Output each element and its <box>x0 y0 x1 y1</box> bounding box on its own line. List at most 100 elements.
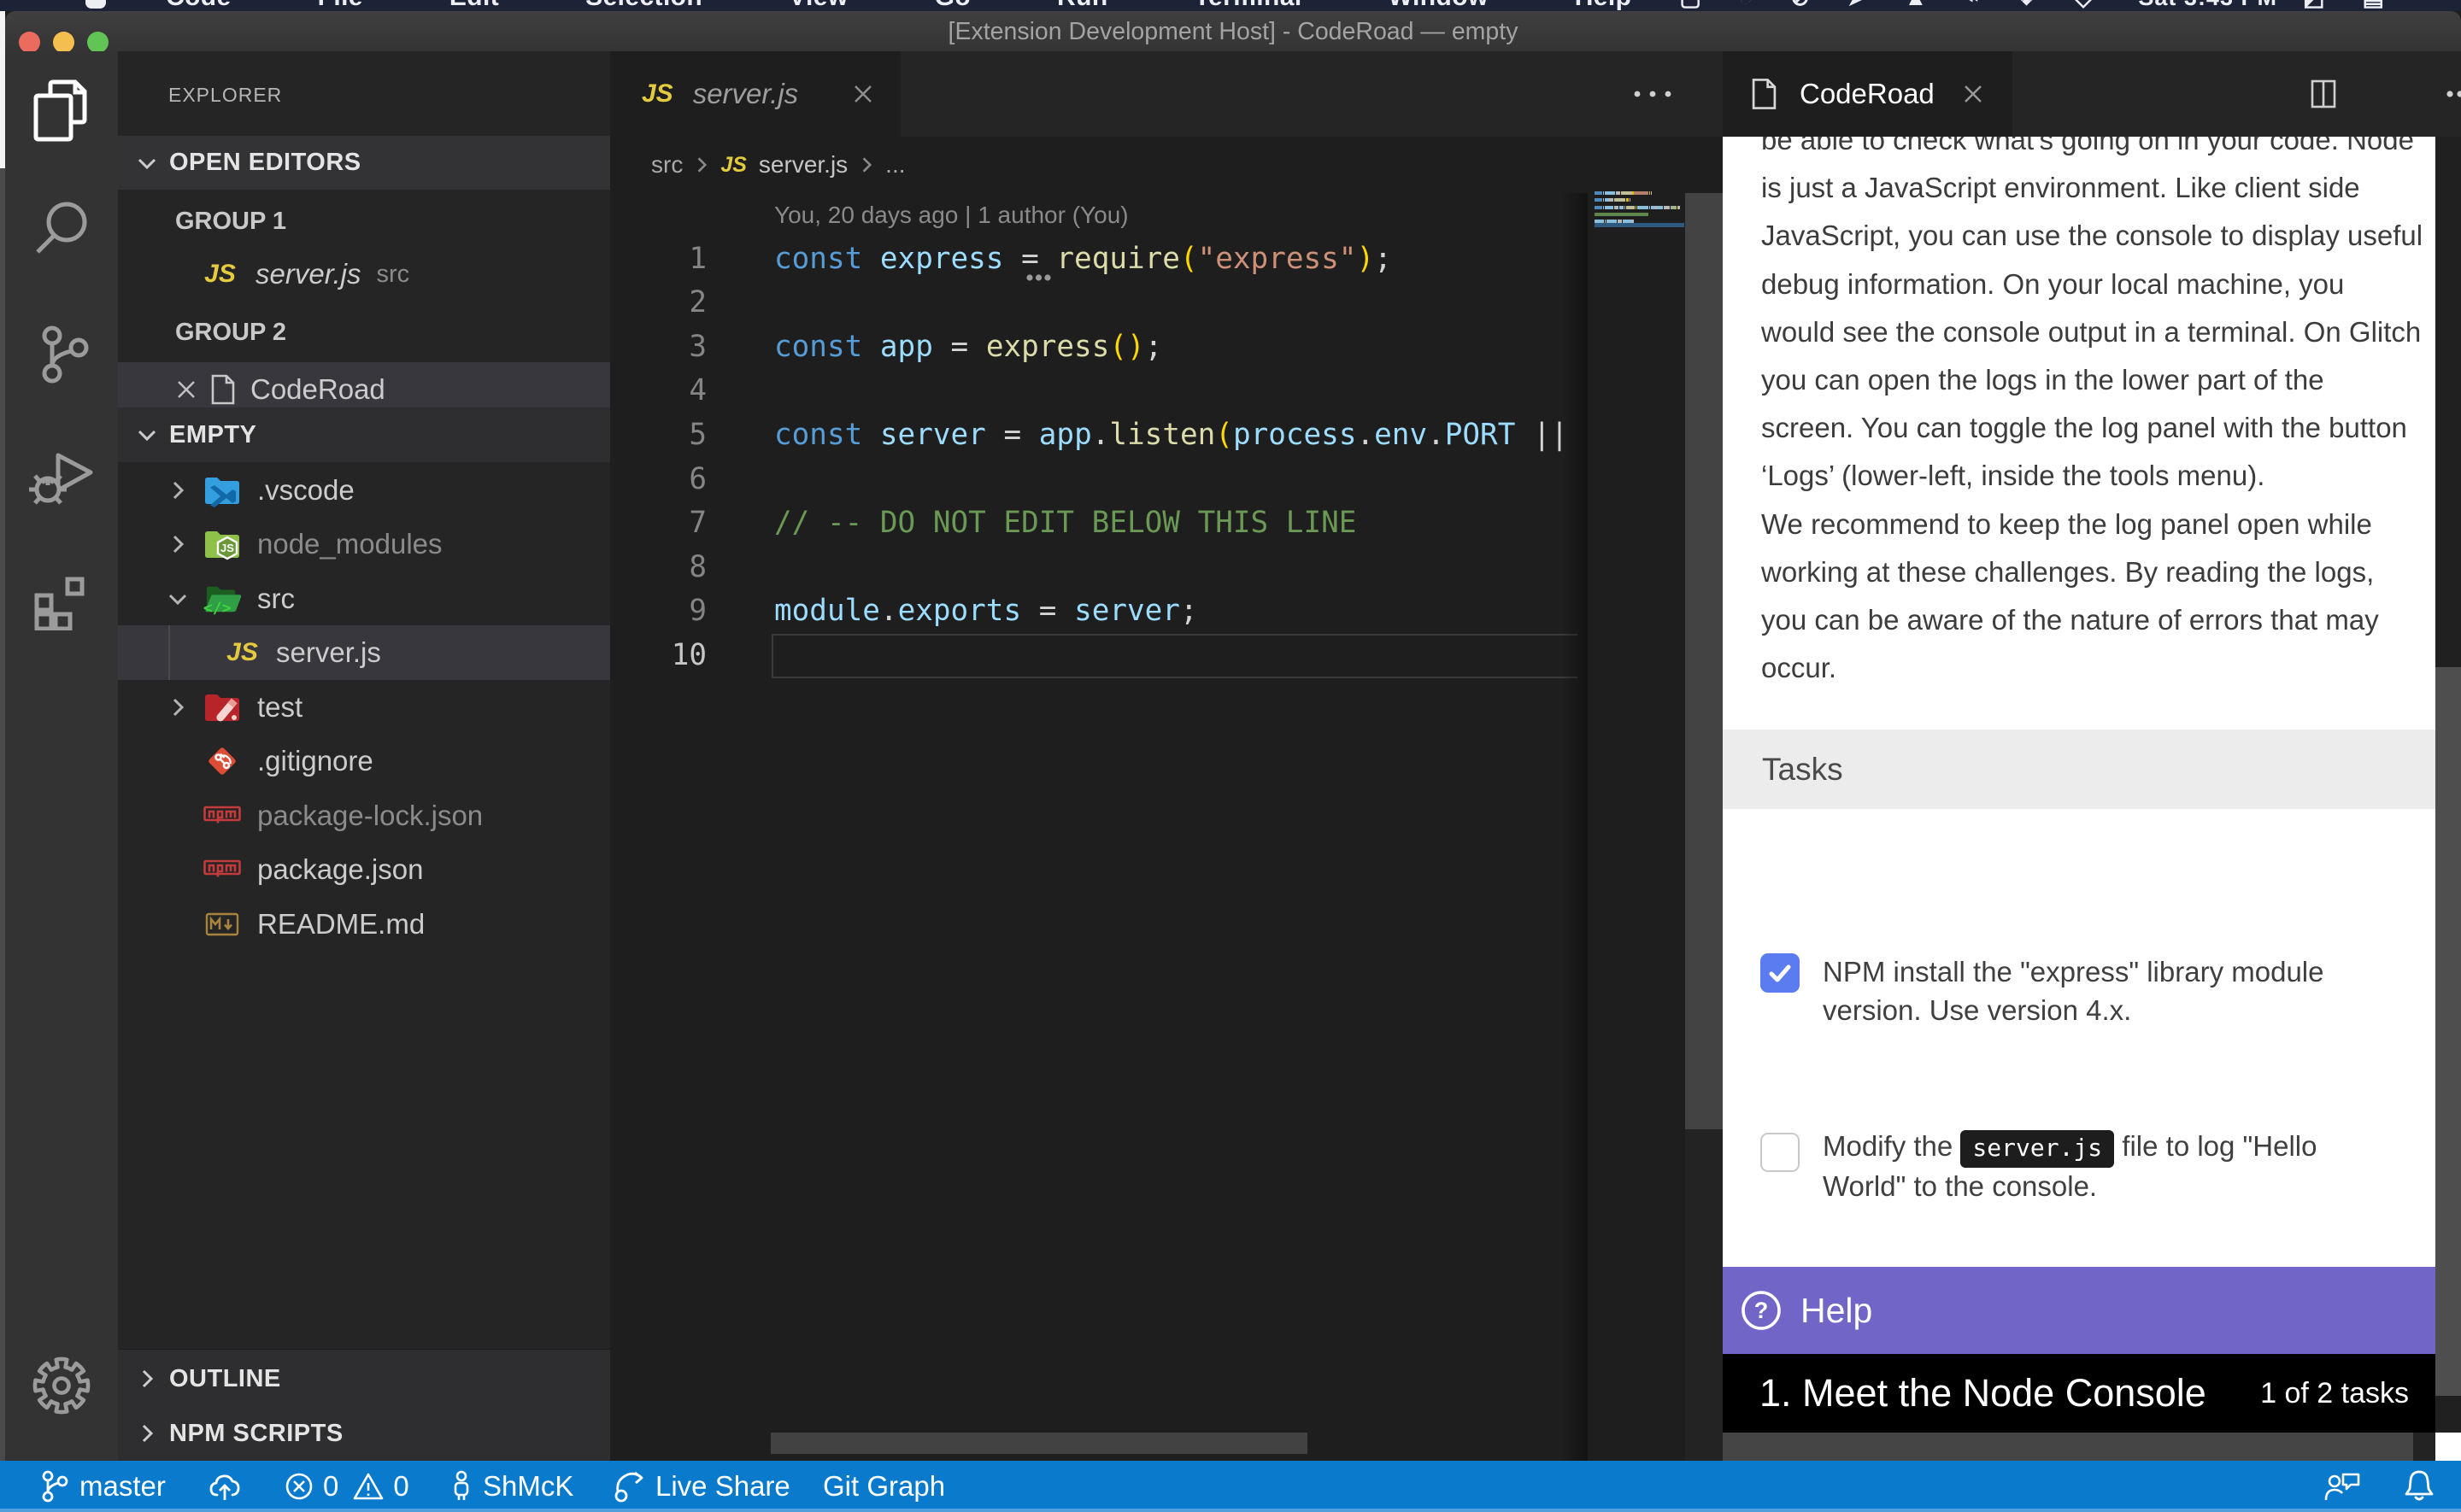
icon-graphic: JS <box>203 527 241 561</box>
code-editor[interactable]: You, 20 days ago | 1 author (You) 1 2 3 … <box>610 193 1577 1461</box>
webview-horizontal-scrollbar[interactable] <box>1723 1433 2461 1461</box>
menu-view: View <box>789 0 848 11</box>
tree-item-gitignore[interactable]: .gitignore <box>118 734 610 788</box>
section-empty[interactable]: EMPTY <box>118 407 610 462</box>
tree-item-serverjs[interactable]: JS server.js <box>118 625 610 680</box>
webview-vertical-scrollbar[interactable] <box>2435 137 2461 1433</box>
close-icon[interactable] <box>171 376 202 403</box>
sync-changes-item[interactable] <box>208 1469 242 1503</box>
window-title: [Extension Development Host] - CodeRoad … <box>5 18 2461 46</box>
3-1-label: = <box>1003 242 1056 276</box>
errors-label: 0 <box>323 1470 338 1503</box>
breadcrumb-src[interactable]: src <box>651 151 683 179</box>
task-1-text: NPM install the "express" library module… <box>1823 953 2412 1030</box>
minimap-line <box>1605 198 1609 202</box>
icon-graphic <box>210 373 236 406</box>
breadcrumbs[interactable]: src JS server.js ... <box>610 137 1723 193</box>
paragraph-lines-0-label: be able to check what's going on in your… <box>1761 137 2435 164</box>
icon-graphic <box>1751 77 1777 111</box>
task-2-checkbox[interactable] <box>1760 1133 1800 1172</box>
0-1-label: module <box>774 594 880 628</box>
3-1-label: = <box>1021 594 1074 628</box>
slider <box>771 1433 1307 1454</box>
close-icon[interactable] <box>1959 80 1987 108</box>
minimap-line <box>1595 206 1602 209</box>
settings-gear-icon[interactable] <box>5 1329 118 1442</box>
git-branch-item[interactable]: master <box>40 1469 166 1503</box>
2-1-label: server <box>880 418 986 452</box>
npm-icon <box>203 859 241 881</box>
chevron-right-icon <box>691 155 712 175</box>
minimap-current-line-highlight <box>1595 223 1684 226</box>
search-icon[interactable] <box>5 173 118 285</box>
problems-item[interactable]: 0 0 <box>284 1470 409 1503</box>
paragraph-lines-1-label: is just a JavaScript environment. Like c… <box>1761 164 2435 212</box>
tree-item-package-json[interactable]: package.json <box>118 842 610 897</box>
git-graph-item[interactable]: Git Graph <box>823 1470 945 1503</box>
tasks-section-header: Tasks <box>1723 730 2435 809</box>
window-titlebar[interactable]: [Extension Development Host] - CodeRoad … <box>5 11 2461 51</box>
explorer-icon[interactable] <box>5 55 118 167</box>
markdown-icon <box>203 911 241 937</box>
tree-item-package-lock[interactable]: package-lock.json <box>118 788 610 843</box>
error-circle-icon <box>284 1471 314 1502</box>
4-1-label: server <box>1074 594 1180 628</box>
run-debug-icon[interactable] <box>5 422 118 535</box>
tree-item-src[interactable]: </> src <box>118 571 610 626</box>
close-icon[interactable] <box>849 80 877 108</box>
8-1-label: ; <box>1374 242 1392 276</box>
git-graph-label: Git Graph <box>823 1470 945 1503</box>
tree-item-vscode[interactable]: .vscode <box>118 463 610 518</box>
panel-more-actions-icon[interactable] <box>2446 89 2461 99</box>
minimap-line <box>1595 213 1648 216</box>
paragraph-lines-3-label: debug information. On your local machine… <box>1761 261 2435 308</box>
bell-icon[interactable] <box>2403 1468 2435 1504</box>
npm-icon <box>203 805 241 827</box>
1-1-label: . <box>880 594 898 628</box>
help-section[interactable]: ? Help <box>1723 1267 2435 1354</box>
0-1-label: // -- DO NOT EDIT BELOW THIS LINE <box>774 506 1356 540</box>
tree-item-test[interactable]: test <box>118 680 610 735</box>
editor-horizontal-scrollbar[interactable] <box>610 1433 1723 1454</box>
section-open-editors[interactable]: OPEN EDITORS <box>118 136 610 190</box>
live-share-item[interactable]: Live Share <box>613 1469 790 1503</box>
minimap-line <box>1595 191 1602 195</box>
2-1-label: express <box>880 242 1004 276</box>
feedback-icon[interactable] <box>2323 1469 2360 1503</box>
svg-text:JS: JS <box>220 542 234 554</box>
editor-actions-more-icon[interactable] <box>1632 51 1673 137</box>
icon-graphic <box>32 79 91 144</box>
editor-group-1-label: GROUP 1 <box>175 194 286 249</box>
tree-item-node-modules[interactable]: JS node_modules <box>118 517 610 571</box>
minimap-line <box>1626 198 1629 202</box>
minimap-line <box>1595 198 1602 202</box>
breadcrumb-file[interactable]: server.js <box>759 151 848 179</box>
paragraph-lines-8-label: We recommend to keep the log panel open … <box>1761 501 2435 548</box>
5-1-label: . <box>1092 418 1110 452</box>
slider <box>1723 1433 2413 1461</box>
icon-graphic: </> <box>203 582 241 616</box>
minimap-line <box>1637 206 1648 209</box>
6-1-label: listen <box>1109 418 1215 452</box>
task-1-checkbox[interactable] <box>1760 953 1800 993</box>
minimap[interactable] <box>1588 190 1685 1461</box>
editor-vertical-scrollbar[interactable] <box>1685 193 1723 1461</box>
source-control-icon[interactable] <box>5 298 118 411</box>
tab-serverjs[interactable]: JS server.js <box>610 51 901 137</box>
breadcrumb-symbol[interactable]: ... <box>885 151 905 179</box>
icon-graphic <box>166 532 190 556</box>
extensions-icon[interactable] <box>5 545 118 658</box>
section-outline[interactable]: OUTLINE <box>118 1351 610 1406</box>
lines-1-label: version. Use version 4.x. <box>1823 992 2412 1030</box>
split-editor-icon[interactable] <box>2311 79 2336 108</box>
section-npm-scripts[interactable]: NPM SCRIPTS <box>118 1406 610 1461</box>
tab-coderoad[interactable]: CodeRoad <box>1723 51 2012 137</box>
lesson-footer[interactable]: 1. Meet the Node Console 1 of 2 tasks <box>1723 1354 2435 1433</box>
open-editor-serverjs[interactable]: JS server.js src <box>118 247 610 302</box>
0-1-label: const <box>774 330 862 364</box>
minimap-line <box>1614 198 1625 202</box>
tree-item-readme[interactable]: README.md <box>118 897 610 952</box>
account-item[interactable]: ShMcK <box>451 1468 573 1504</box>
chevron-right-icon <box>165 695 191 719</box>
chevron-right-icon <box>856 155 877 175</box>
